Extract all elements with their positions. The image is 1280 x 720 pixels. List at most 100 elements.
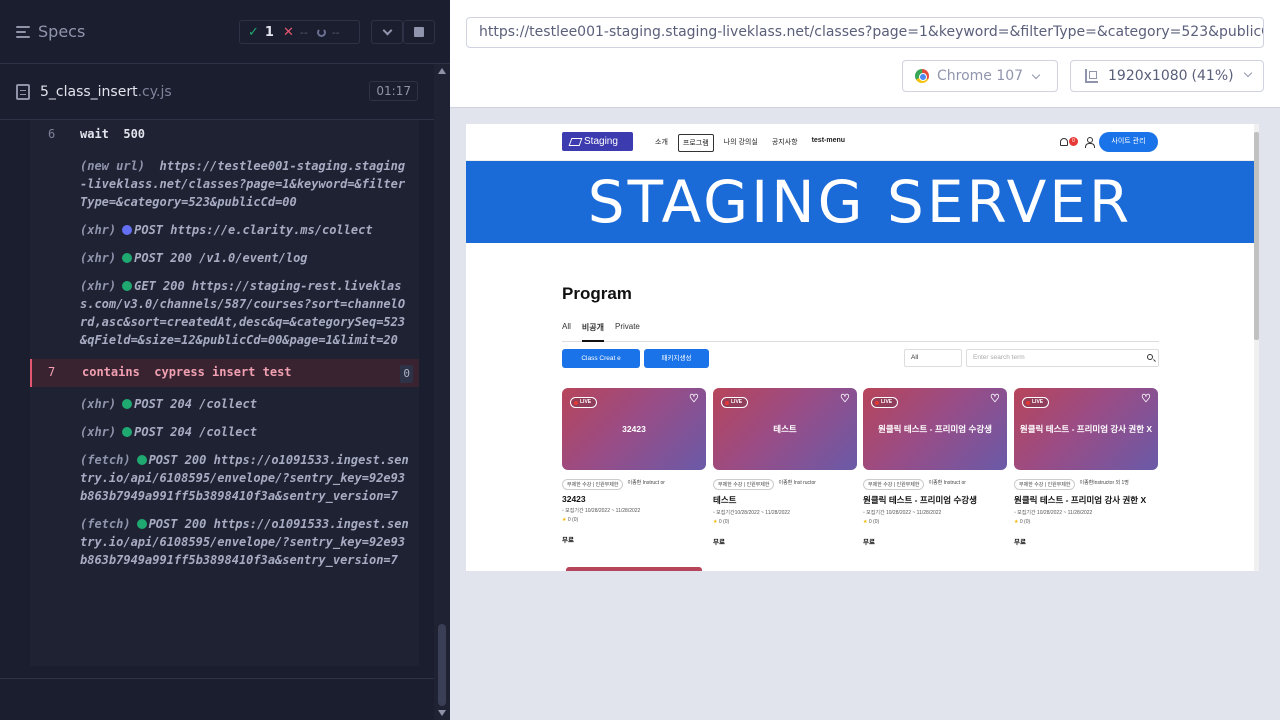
command-row[interactable]: (fetch) POST 200 https://o1091533.ingest.… — [30, 511, 419, 573]
reporter-panel: Specs ✓ 1 ✕ -- -- 5_class_insert .cy.js 01:… — [0, 0, 450, 720]
spec-header[interactable]: 5_class_insert .cy.js 01:17 — [0, 64, 434, 120]
menu-item-intro[interactable]: 소개 — [651, 134, 672, 152]
chevron-down-icon — [382, 25, 392, 35]
class-thumbnail[interactable]: LIVE 32423 — [562, 388, 706, 470]
aut-panel: https://testlee001-staging.staging-livek… — [450, 0, 1280, 720]
class-thumbnail[interactable]: LIVE 원클릭 테스트 - 프리미엄 강사 권한 X — [1014, 388, 1158, 470]
scrollbar-thumb[interactable] — [438, 624, 446, 706]
search-icon[interactable] — [1147, 354, 1153, 360]
command-row[interactable]: 6 wait 500 — [30, 121, 419, 147]
card-title[interactable]: 원클릭 테스트 - 프리미엄 수강생 — [863, 494, 1007, 506]
card-rating: ★ 0 (0) — [562, 517, 706, 523]
heart-icon[interactable] — [1141, 392, 1151, 406]
search-input[interactable]: Enter search term — [966, 349, 1159, 367]
card-price: 무료 — [1014, 539, 1026, 546]
scroll-up-icon[interactable] — [438, 68, 446, 74]
class-card[interactable]: LIVE 원클릭 테스트 - 프리미엄 강사 권한 X 무제한 수강 | 인원무… — [1014, 388, 1158, 546]
preview-scrollbar-thumb[interactable] — [1254, 132, 1259, 340]
command-name: wait — [80, 127, 109, 141]
card-date-text: 모집기간 10/28/2022 ~ 11/28/2022 — [1017, 510, 1093, 516]
reporter-scrollbar[interactable] — [434, 64, 450, 720]
class-thumbnail[interactable]: LIVE 원클릭 테스트 - 프리미엄 수강생 — [863, 388, 1007, 470]
menu-item-my-classroom[interactable]: 나의 강의실 — [720, 134, 762, 152]
heart-icon[interactable] — [990, 392, 1000, 406]
card-rating: ★ 0 (0) — [713, 519, 857, 525]
card-title[interactable]: 테스트 — [713, 494, 857, 506]
specs-label: Specs — [38, 22, 86, 41]
command-name: contains — [82, 365, 140, 379]
element-count-badge: 0 — [400, 365, 413, 383]
card-rating-text: 0 (0) — [1019, 519, 1031, 525]
card-price: 무료 — [562, 537, 574, 544]
status-dot-icon — [136, 519, 147, 529]
thumbnail-title: 32423 — [622, 424, 646, 434]
class-thumbnail[interactable]: LIVE 테스트 — [713, 388, 857, 470]
card-meta: 무제한 수강 | 인원무제한 이종환 Instruct or — [562, 479, 706, 490]
package-create-button[interactable]: 패키지생성 — [644, 349, 709, 368]
status-dot-icon — [122, 225, 133, 235]
class-card[interactable]: LIVE 32423 무제한 수강 | 인원무제한이종환 Instruct or… — [562, 388, 706, 544]
class-card[interactable]: LIVE 원클릭 테스트 - 프리미엄 수강생 무제한 수강 | 인원무제한이종… — [863, 388, 1007, 546]
bell-icon[interactable] — [1060, 138, 1068, 146]
card-rating-text: 0 (0) — [567, 517, 579, 523]
viewport-selector[interactable]: 1920x1080 (41%) — [1070, 60, 1264, 92]
heart-icon[interactable] — [689, 392, 699, 406]
tab-all[interactable]: All — [562, 320, 571, 342]
browser-selector[interactable]: Chrome 107 — [902, 60, 1058, 92]
app-preview: Staging 소개 프로그램 나의 강의실 공지사항 test-menu 0 … — [466, 124, 1259, 571]
card-date: ▫ 모집기간10/28/2022 ~ 11/28/2022 — [713, 509, 857, 516]
heart-icon[interactable] — [840, 392, 850, 406]
tab-private-kr[interactable]: 비공개 — [581, 320, 604, 342]
test-stats: ✓ 1 ✕ -- -- — [239, 20, 360, 44]
main-menu: 소개 프로그램 나의 강의실 공지사항 test-menu — [651, 134, 849, 152]
scroll-down-icon[interactable] — [438, 710, 446, 716]
command-row[interactable]: (xhr) POST 204 /collect — [30, 391, 419, 417]
command-row[interactable]: (xhr) POST 204 /collect — [30, 419, 419, 445]
chevron-down-icon — [1031, 70, 1041, 79]
preview-scrollbar[interactable] — [1254, 124, 1259, 571]
menu-item-test-menu[interactable]: test-menu — [808, 134, 849, 152]
period-chip: 무제한 수강 | 인원무제한 — [863, 479, 925, 490]
command-row[interactable]: (xhr) POST 200 /v1.0/event/log — [30, 245, 419, 271]
logo-text: Staging — [584, 136, 618, 147]
command-row[interactable]: (new url) https://testlee001-staging.sta… — [30, 153, 419, 215]
search-placeholder: Enter search term — [973, 354, 1025, 361]
passed-count: 1 — [264, 24, 274, 40]
site-logo[interactable]: Staging — [562, 132, 633, 151]
url-bar[interactable]: https://testlee001-staging.staging-livek… — [466, 17, 1264, 48]
menu-item-program[interactable]: 프로그램 — [677, 134, 714, 152]
period-chip: 무제한 수강 | 인원무제한 — [1014, 479, 1076, 490]
event-message: POST 204 /collect — [134, 425, 257, 439]
menu-item-notice[interactable]: 공지사항 — [768, 134, 802, 152]
site-admin-button[interactable]: 사이트 관리 — [1099, 132, 1158, 152]
stop-button[interactable] — [403, 20, 435, 44]
spec-duration: 01:17 — [369, 81, 418, 101]
tab-private[interactable]: Private — [615, 320, 640, 342]
card-date: ▫ 모집기간 10/28/2022 ~ 11/28/2022 — [1014, 509, 1158, 516]
command-row[interactable]: (xhr) POST https://e.clarity.ms/collect — [30, 217, 419, 243]
failed-command-row[interactable]: 7 contains cypress insert test 0 — [30, 359, 419, 387]
star-icon: ★ — [713, 519, 718, 525]
command-row[interactable]: (fetch) POST 200 https://o1091533.ingest.… — [30, 447, 419, 509]
collapse-dropdown-button[interactable] — [371, 20, 403, 44]
user-icon[interactable] — [1085, 137, 1095, 148]
class-create-button[interactable]: Class Creat e — [562, 349, 640, 368]
card-title[interactable]: 원클릭 테스트 - 프리미엄 강사 권한 X — [1014, 494, 1158, 506]
class-card[interactable]: LIVE 테스트 무제한 수강 | 인원무제한이종환 Inst ructor 테… — [713, 388, 857, 546]
card-title[interactable]: 32423 — [562, 494, 706, 504]
command-row[interactable]: (xhr) GET 200 https://staging-rest.livekl… — [30, 273, 419, 353]
period-chip: 무제한 수강 | 인원무제한 — [562, 479, 624, 490]
filter-select[interactable]: All — [904, 349, 962, 367]
event-name: (xhr) — [80, 251, 117, 265]
instructor: 이종환 Instruct or — [627, 480, 665, 486]
event-message: POST 204 /collect — [134, 397, 257, 411]
event-name: (xhr) — [80, 397, 117, 411]
site-nav: Staging 소개 프로그램 나의 강의실 공지사항 test-menu 0 … — [466, 124, 1254, 161]
status-dot-icon — [122, 281, 133, 291]
event-message: POST 200 /v1.0/event/log — [134, 251, 308, 265]
specs-toggle-button[interactable]: Specs — [16, 22, 85, 41]
thumbnail-title: 원클릭 테스트 - 프리미엄 강사 권한 X — [1019, 424, 1153, 434]
viewport-icon — [1085, 69, 1098, 83]
instructor: 이종환 Inst ructor — [778, 480, 816, 486]
star-icon: ★ — [1014, 519, 1019, 525]
